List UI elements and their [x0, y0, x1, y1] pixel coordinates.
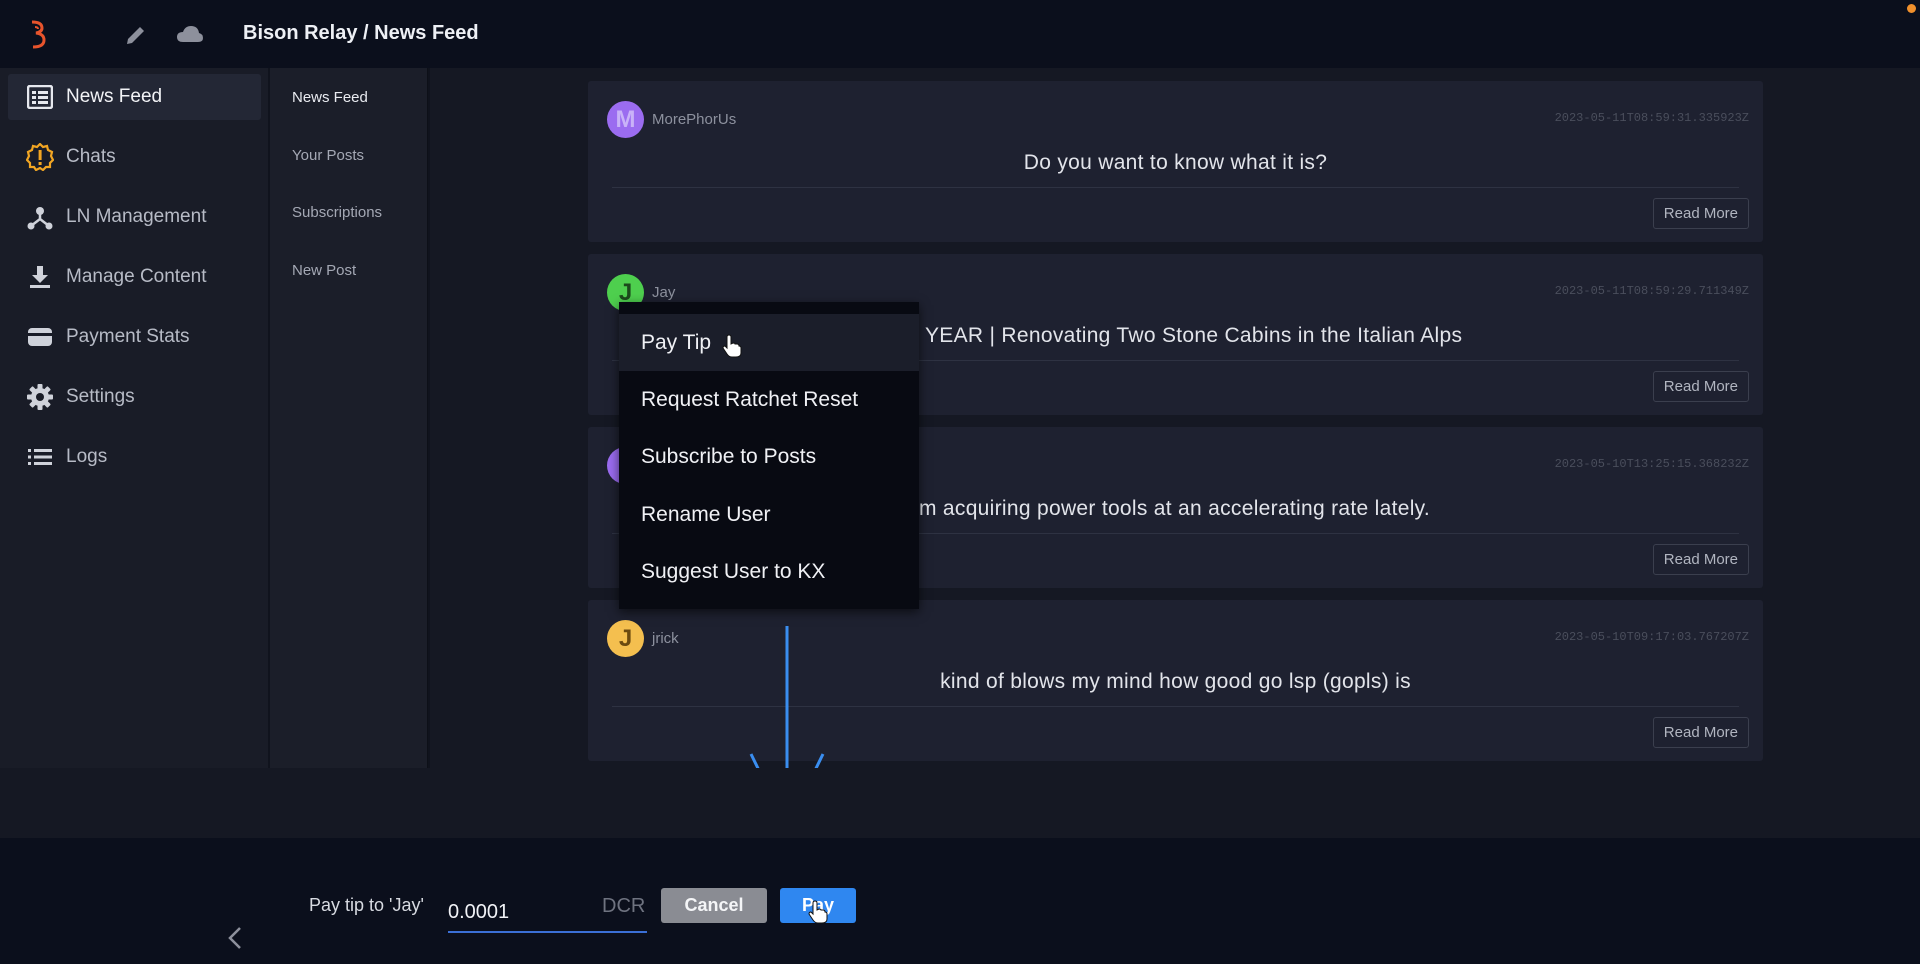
- sidebar-item-news-feed[interactable]: News Feed: [8, 74, 261, 120]
- hand-cursor-icon: [808, 900, 828, 924]
- subnav-item-your-posts[interactable]: Your Posts: [292, 147, 364, 164]
- ln-management-icon: [26, 203, 54, 231]
- menu-item-request-ratchet-reset[interactable]: Request Ratchet Reset: [619, 371, 919, 428]
- sub-navigation: News Feed Your Posts Subscriptions New P…: [270, 68, 428, 768]
- page-title: Bison Relay / News Feed: [243, 22, 479, 44]
- news-feed-icon: [26, 83, 54, 111]
- cloud-icon[interactable]: [175, 22, 205, 48]
- chats-alert-icon: [26, 143, 54, 171]
- subnav-item-new-post[interactable]: New Post: [292, 262, 356, 279]
- pencil-icon[interactable]: [123, 22, 149, 48]
- bison-relay-logo[interactable]: [26, 18, 50, 50]
- subnav-item-news-feed[interactable]: News Feed: [292, 89, 368, 106]
- menu-item-label: Suggest User to KX: [641, 559, 826, 583]
- sidebar-item-label: Settings: [66, 386, 135, 407]
- sidebar-item-label: News Feed: [66, 86, 163, 107]
- menu-item-label: Rename User: [641, 502, 771, 526]
- feed-bottom-area: [0, 768, 1920, 838]
- download-icon: [26, 263, 54, 291]
- cancel-button[interactable]: Cancel: [661, 888, 767, 923]
- post-timestamp: 2023-05-11T08:59:31.335923Z: [1554, 111, 1749, 125]
- menu-item-subscribe-to-posts[interactable]: Subscribe to Posts: [619, 428, 919, 485]
- post-timestamp: 2023-05-10T13:25:15.368232Z: [1554, 457, 1749, 471]
- feed-post[interactable]: M MorePhorUs 2023-05-11T08:59:31.335923Z…: [588, 81, 1763, 242]
- sidebar-item-chats[interactable]: Chats: [8, 134, 261, 180]
- post-timestamp: 2023-05-10T09:17:03.767207Z: [1554, 630, 1749, 644]
- menu-item-rename-user[interactable]: Rename User: [619, 486, 919, 543]
- post-summary: YEAR | Renovating Two Stone Cabins in th…: [925, 324, 1463, 347]
- read-more-button[interactable]: Read More: [1652, 198, 1749, 229]
- read-more-button[interactable]: Read More: [1652, 717, 1749, 748]
- post-author[interactable]: MorePhorUs: [652, 111, 736, 128]
- menu-item-pay-tip[interactable]: Pay Tip: [619, 314, 919, 371]
- sidebar-item-ln-management[interactable]: LN Management: [8, 194, 261, 240]
- sidebar-item-logs[interactable]: Logs: [8, 434, 261, 480]
- post-timestamp: 2023-05-11T08:59:29.711349Z: [1554, 284, 1749, 298]
- tip-bar: [0, 838, 1920, 964]
- sidebar-item-label: Logs: [66, 446, 108, 467]
- post-author[interactable]: jrick: [652, 630, 679, 647]
- sidebar-item-label: Manage Content: [66, 266, 207, 287]
- read-more-button[interactable]: Read More: [1652, 371, 1749, 402]
- menu-item-suggest-user-to-kx[interactable]: Suggest User to KX: [619, 543, 919, 600]
- user-context-menu: Pay Tip Request Ratchet Reset Subscribe …: [619, 302, 919, 609]
- top-bar: Bison Relay / News Feed: [0, 0, 1920, 68]
- menu-item-label: Pay Tip: [641, 330, 712, 354]
- post-summary: Do you want to know what it is?: [1023, 151, 1328, 174]
- wallet-icon: [26, 323, 54, 351]
- tip-unit: DCR: [602, 895, 646, 917]
- gear-icon: [26, 383, 54, 411]
- sidebar-item-payment-stats[interactable]: Payment Stats: [8, 314, 261, 360]
- menu-item-label: Subscribe to Posts: [641, 444, 817, 468]
- subnav-item-subscriptions[interactable]: Subscriptions: [292, 204, 382, 221]
- chevron-left-icon[interactable]: [226, 926, 244, 950]
- avatar[interactable]: J: [607, 620, 644, 657]
- list-icon: [26, 443, 54, 471]
- read-more-button[interactable]: Read More: [1652, 544, 1749, 575]
- post-author[interactable]: Jay: [652, 284, 675, 301]
- sidebar-item-label: LN Management: [66, 206, 207, 227]
- menu-item-label: Request Ratchet Reset: [641, 387, 859, 411]
- tip-label: Pay tip to 'Jay': [309, 895, 424, 915]
- avatar[interactable]: M: [607, 101, 644, 138]
- sidebar-item-settings[interactable]: Settings: [8, 374, 261, 420]
- post-summary: m acquiring power tools at an accelerati…: [919, 497, 1431, 520]
- hand-cursor-icon: [722, 334, 742, 358]
- sidebar: News Feed Chats LN Management Manage Con…: [0, 68, 268, 768]
- sidebar-item-label: Chats: [66, 146, 116, 167]
- notification-dot: [1907, 4, 1916, 13]
- sidebar-item-manage-content[interactable]: Manage Content: [8, 254, 261, 300]
- post-divider: [612, 187, 1739, 188]
- sidebar-item-label: Payment Stats: [66, 326, 190, 347]
